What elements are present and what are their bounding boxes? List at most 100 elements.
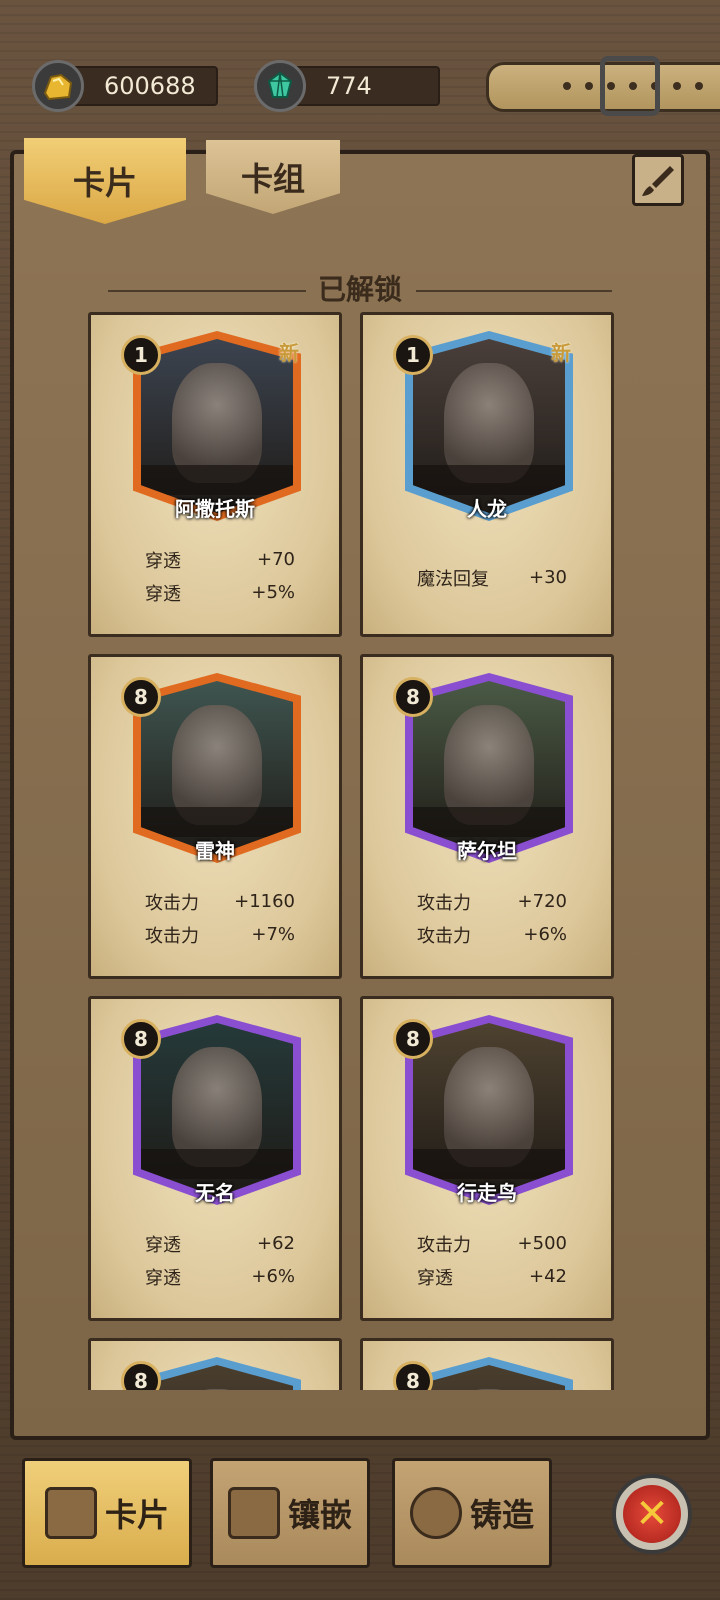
- name-strip: [141, 465, 293, 495]
- new-badge: 新: [551, 341, 571, 365]
- hero-portrait: [141, 339, 293, 513]
- new-badge: 新: [279, 341, 299, 365]
- hero-card[interactable]: 无名 8 穿透 +62 穿透 +6%: [88, 996, 342, 1321]
- level-badge: 1: [393, 335, 433, 375]
- level-badge: 8: [121, 677, 161, 717]
- stat-label: 攻击力: [145, 925, 199, 947]
- hero-card[interactable]: 萨尔坦 8 攻击力 +720 攻击力 +6%: [360, 654, 614, 979]
- level-badge: 8: [121, 1019, 161, 1059]
- brush-icon: [642, 166, 674, 196]
- gem-amount: 774: [326, 72, 372, 100]
- nav-forge-button[interactable]: 铸造: [392, 1458, 552, 1568]
- stat-label: 穿透: [145, 583, 181, 605]
- name-strip: [413, 1149, 565, 1179]
- stat-label: 穿透: [145, 1267, 181, 1289]
- close-button[interactable]: ✕: [612, 1474, 692, 1554]
- hero-portrait: [141, 1365, 293, 1390]
- hero-portrait: [141, 681, 293, 855]
- hero-portrait: [141, 1023, 293, 1197]
- hero-name: 行走鸟: [457, 1181, 517, 1205]
- stat-list: 穿透 +70 穿透 +5%: [145, 543, 295, 609]
- forge-icon: [409, 1487, 462, 1539]
- level-badge: 8: [121, 1361, 161, 1390]
- level-badge: 1: [121, 335, 161, 375]
- nav-inlay-label: 镶嵌: [287, 1496, 352, 1534]
- hero-card[interactable]: 阿撒托斯 1 新穿透 +70 穿透 +5%: [88, 312, 342, 637]
- stat-row: 穿透 +42: [417, 1260, 567, 1293]
- name-strip: [141, 1149, 293, 1179]
- stat-value: +42: [529, 1266, 567, 1287]
- level-badge: 8: [393, 1361, 433, 1390]
- hero-figure: [444, 1389, 534, 1390]
- stat-value: +5%: [251, 582, 295, 603]
- stat-row: 穿透 +6%: [145, 1260, 295, 1293]
- belt-buckle: [600, 56, 660, 116]
- stat-row: 攻击力 +1160: [145, 885, 295, 918]
- stat-label: 攻击力: [417, 1234, 471, 1256]
- inlay-book-icon: [227, 1487, 280, 1539]
- hero-portrait: [413, 681, 565, 855]
- stat-row: 攻击力 +6%: [417, 918, 567, 951]
- hero-card[interactable]: 雷神 8 攻击力 +1160 攻击力 +7%: [88, 654, 342, 979]
- stat-list: 攻击力 +1160 攻击力 +7%: [145, 885, 295, 951]
- stat-label: 穿透: [145, 550, 181, 572]
- cards-icon: [44, 1487, 97, 1539]
- stat-list: 魔法回复 +30: [417, 561, 567, 594]
- stat-value: +1160: [234, 891, 295, 912]
- close-icon: ✕: [623, 1485, 681, 1543]
- nav-inlay-button[interactable]: 镶嵌: [210, 1458, 370, 1568]
- stat-row: 攻击力 +7%: [145, 918, 295, 951]
- stat-row: 穿透 +70: [145, 543, 295, 576]
- level-badge: 8: [393, 1019, 433, 1059]
- hero-card[interactable]: 8: [360, 1338, 614, 1390]
- hero-name: 阿撒托斯: [175, 497, 255, 521]
- stat-value: +70: [257, 549, 295, 570]
- stat-row: 穿透 +62: [145, 1227, 295, 1260]
- hero-name: 萨尔坦: [457, 839, 517, 863]
- stat-list: 穿透 +62 穿透 +6%: [145, 1227, 295, 1293]
- name-strip: [141, 807, 293, 837]
- level-badge: 8: [393, 677, 433, 717]
- hero-card[interactable]: 行走鸟 8 攻击力 +500 穿透 +42: [360, 996, 614, 1321]
- section-title: 已解锁: [317, 273, 402, 306]
- stat-label: 攻击力: [145, 892, 199, 914]
- stat-row: 攻击力 +720: [417, 885, 567, 918]
- card-grid[interactable]: 阿撒托斯 1 新穿透 +70 穿透 +5% 人龙 1 新魔法回复 +30 雷神 8 攻击力 +1160 攻击…: [80, 312, 640, 1390]
- edit-button[interactable]: [632, 154, 684, 206]
- stat-value: +6%: [251, 1266, 295, 1287]
- stat-label: 魔法回复: [417, 568, 489, 590]
- name-strip: [413, 807, 565, 837]
- hero-figure: [172, 1389, 262, 1390]
- name-strip: [413, 465, 565, 495]
- hero-card[interactable]: 8: [88, 1338, 342, 1390]
- hero-card[interactable]: 人龙 1 新魔法回复 +30: [360, 312, 614, 637]
- stat-label: 攻击力: [417, 892, 471, 914]
- nav-cards-label: 卡片: [104, 1496, 169, 1534]
- top-bar: 600688 774: [0, 0, 720, 125]
- stat-label: 穿透: [145, 1234, 181, 1256]
- nav-cards-button[interactable]: 卡片: [22, 1458, 192, 1568]
- gem-icon: [254, 60, 306, 112]
- section-divider-right: [416, 290, 612, 292]
- nav-forge-label: 铸造: [469, 1496, 534, 1534]
- stat-row: 魔法回复 +30: [417, 561, 567, 594]
- hero-name: 人龙: [467, 497, 507, 521]
- gold-nugget-icon: [32, 60, 84, 112]
- stat-value: +500: [517, 1233, 567, 1254]
- hero-name: 雷神: [195, 839, 235, 863]
- hero-portrait: [413, 339, 565, 513]
- stat-row: 穿透 +5%: [145, 576, 295, 609]
- gold-amount: 600688: [104, 72, 196, 100]
- stat-list: 攻击力 +720 攻击力 +6%: [417, 885, 567, 951]
- stat-value: +62: [257, 1233, 295, 1254]
- stat-value: +30: [529, 567, 567, 588]
- hero-name: 无名: [195, 1181, 235, 1205]
- hero-portrait: [413, 1023, 565, 1197]
- stat-label: 攻击力: [417, 925, 471, 947]
- stat-label: 穿透: [417, 1267, 453, 1289]
- hero-portrait: [413, 1365, 565, 1390]
- stat-list: 攻击力 +500 穿透 +42: [417, 1227, 567, 1293]
- stat-value: +720: [517, 891, 567, 912]
- stat-value: +6%: [523, 924, 567, 945]
- stat-value: +7%: [251, 924, 295, 945]
